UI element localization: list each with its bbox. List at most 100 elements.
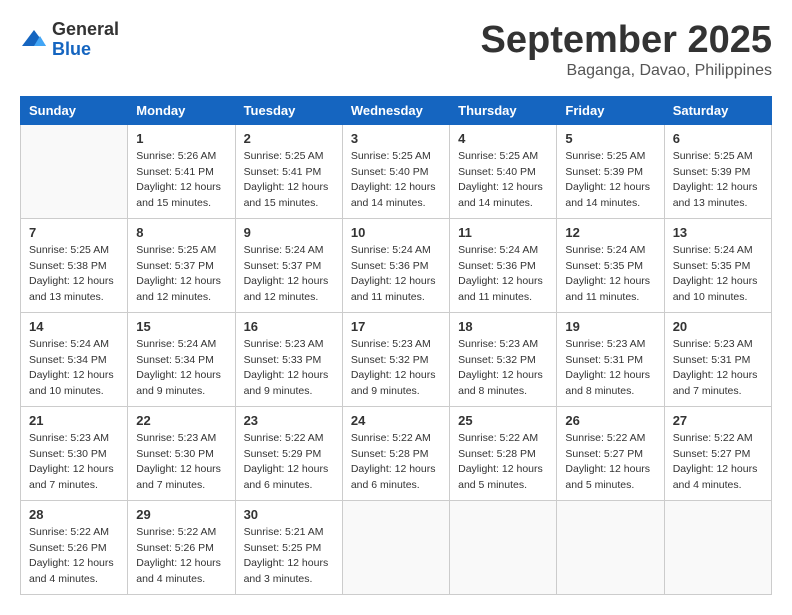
header-cell-sunday: Sunday — [21, 96, 128, 124]
day-number: 1 — [136, 131, 226, 146]
day-number: 9 — [244, 225, 334, 240]
day-number: 26 — [565, 413, 655, 428]
day-cell: 23Sunrise: 5:22 AM Sunset: 5:29 PM Dayli… — [235, 406, 342, 500]
day-info: Sunrise: 5:22 AM Sunset: 5:26 PM Dayligh… — [29, 525, 119, 588]
day-info: Sunrise: 5:24 AM Sunset: 5:34 PM Dayligh… — [136, 337, 226, 400]
day-info: Sunrise: 5:25 AM Sunset: 5:39 PM Dayligh… — [565, 149, 655, 212]
day-cell: 6Sunrise: 5:25 AM Sunset: 5:39 PM Daylig… — [664, 124, 771, 218]
day-number: 17 — [351, 319, 441, 334]
day-info: Sunrise: 5:23 AM Sunset: 5:30 PM Dayligh… — [136, 431, 226, 494]
day-number: 15 — [136, 319, 226, 334]
day-info: Sunrise: 5:22 AM Sunset: 5:27 PM Dayligh… — [565, 431, 655, 494]
day-cell: 18Sunrise: 5:23 AM Sunset: 5:32 PM Dayli… — [450, 312, 557, 406]
day-info: Sunrise: 5:22 AM Sunset: 5:27 PM Dayligh… — [673, 431, 763, 494]
logo-text: General Blue — [52, 20, 119, 60]
week-row-4: 21Sunrise: 5:23 AM Sunset: 5:30 PM Dayli… — [21, 406, 772, 500]
header-cell-saturday: Saturday — [664, 96, 771, 124]
day-cell: 26 Sunrise: 5:22 AM Sunset: 5:27 PM Dayli… — [557, 406, 664, 500]
day-cell: 25 Sunrise: 5:22 AM Sunset: 5:28 PM Dayli… — [450, 406, 557, 500]
day-number: 4 — [458, 131, 548, 146]
day-info: Sunrise: 5:25 AM Sunset: 5:40 PM Dayligh… — [351, 149, 441, 212]
week-row-5: 28 Sunrise: 5:22 AM Sunset: 5:26 PM Dayli… — [21, 500, 772, 594]
day-number: 27 — [673, 413, 763, 428]
day-number: 6 — [673, 131, 763, 146]
day-number: 30 — [244, 507, 334, 522]
day-cell: 15 Sunrise: 5:24 AM Sunset: 5:34 PM Dayli… — [128, 312, 235, 406]
day-info: Sunrise: 5:23 AM Sunset: 5:30 PM Dayligh… — [29, 431, 119, 494]
day-number: 23 — [244, 413, 334, 428]
day-number: 5 — [565, 131, 655, 146]
day-cell: 19 Sunrise: 5:23 AM Sunset: 5:31 PM Dayli… — [557, 312, 664, 406]
day-info: Sunrise: 5:25 AM Sunset: 5:40 PM Dayligh… — [458, 149, 548, 212]
day-cell: 16 Sunrise: 5:23 AM Sunset: 5:33 PM Dayli… — [235, 312, 342, 406]
header-cell-wednesday: Wednesday — [342, 96, 449, 124]
day-cell — [21, 124, 128, 218]
day-cell — [664, 500, 771, 594]
day-cell — [450, 500, 557, 594]
day-cell — [342, 500, 449, 594]
day-number: 11 — [458, 225, 548, 240]
day-cell: 2Sunrise: 5:25 AM Sunset: 5:41 PM Daylig… — [235, 124, 342, 218]
day-cell: 21Sunrise: 5:23 AM Sunset: 5:30 PM Dayli… — [21, 406, 128, 500]
day-cell: 30Sunrise: 5:21 AM Sunset: 5:25 PM Dayli… — [235, 500, 342, 594]
day-info: Sunrise: 5:22 AM Sunset: 5:28 PM Dayligh… — [351, 431, 441, 494]
day-info: Sunrise: 5:25 AM Sunset: 5:37 PM Dayligh… — [136, 243, 226, 306]
header-row: SundayMondayTuesdayWednesdayThursdayFrid… — [21, 96, 772, 124]
day-number: 16 — [244, 319, 334, 334]
day-cell: 14 Sunrise: 5:24 AM Sunset: 5:34 PM Dayli… — [21, 312, 128, 406]
day-number: 29 — [136, 507, 226, 522]
day-cell: 8 Sunrise: 5:25 AM Sunset: 5:37 PM Daylig… — [128, 218, 235, 312]
day-info: Sunrise: 5:23 AM Sunset: 5:31 PM Dayligh… — [565, 337, 655, 400]
month-title: September 2025 — [481, 20, 773, 62]
day-number: 13 — [673, 225, 763, 240]
day-number: 2 — [244, 131, 334, 146]
day-cell: 22Sunrise: 5:23 AM Sunset: 5:30 PM Dayli… — [128, 406, 235, 500]
header-cell-tuesday: Tuesday — [235, 96, 342, 124]
day-info: Sunrise: 5:23 AM Sunset: 5:31 PM Dayligh… — [673, 337, 763, 400]
day-cell: 29Sunrise: 5:22 AM Sunset: 5:26 PM Dayli… — [128, 500, 235, 594]
day-cell: 3Sunrise: 5:25 AM Sunset: 5:40 PM Daylig… — [342, 124, 449, 218]
logo: General Blue — [20, 20, 119, 60]
day-number: 25 — [458, 413, 548, 428]
calendar-body: 1 Sunrise: 5:26 AM Sunset: 5:41 PM Daylig… — [21, 124, 772, 594]
week-row-1: 1 Sunrise: 5:26 AM Sunset: 5:41 PM Daylig… — [21, 124, 772, 218]
day-number: 14 — [29, 319, 119, 334]
day-info: Sunrise: 5:22 AM Sunset: 5:28 PM Dayligh… — [458, 431, 548, 494]
location-subtitle: Baganga, Davao, Philippines — [481, 62, 773, 80]
day-cell: 28 Sunrise: 5:22 AM Sunset: 5:26 PM Dayli… — [21, 500, 128, 594]
day-info: Sunrise: 5:23 AM Sunset: 5:33 PM Dayligh… — [244, 337, 334, 400]
header-cell-monday: Monday — [128, 96, 235, 124]
day-cell: 12 Sunrise: 5:24 AM Sunset: 5:35 PM Dayli… — [557, 218, 664, 312]
day-cell: 20Sunrise: 5:23 AM Sunset: 5:31 PM Dayli… — [664, 312, 771, 406]
day-info: Sunrise: 5:26 AM Sunset: 5:41 PM Dayligh… — [136, 149, 226, 212]
day-info: Sunrise: 5:23 AM Sunset: 5:32 PM Dayligh… — [458, 337, 548, 400]
day-info: Sunrise: 5:24 AM Sunset: 5:37 PM Dayligh… — [244, 243, 334, 306]
page-header: General Blue September 2025 Baganga, Dav… — [20, 20, 772, 80]
day-cell: 17Sunrise: 5:23 AM Sunset: 5:32 PM Dayli… — [342, 312, 449, 406]
day-info: Sunrise: 5:24 AM Sunset: 5:34 PM Dayligh… — [29, 337, 119, 400]
calendar-header: SundayMondayTuesdayWednesdayThursdayFrid… — [21, 96, 772, 124]
day-number: 8 — [136, 225, 226, 240]
day-cell: 11Sunrise: 5:24 AM Sunset: 5:36 PM Dayli… — [450, 218, 557, 312]
day-cell: 4 Sunrise: 5:25 AM Sunset: 5:40 PM Daylig… — [450, 124, 557, 218]
day-number: 12 — [565, 225, 655, 240]
day-number: 28 — [29, 507, 119, 522]
day-number: 7 — [29, 225, 119, 240]
day-cell: 1 Sunrise: 5:26 AM Sunset: 5:41 PM Daylig… — [128, 124, 235, 218]
day-info: Sunrise: 5:24 AM Sunset: 5:35 PM Dayligh… — [673, 243, 763, 306]
day-number: 10 — [351, 225, 441, 240]
day-number: 19 — [565, 319, 655, 334]
day-info: Sunrise: 5:25 AM Sunset: 5:38 PM Dayligh… — [29, 243, 119, 306]
day-info: Sunrise: 5:24 AM Sunset: 5:36 PM Dayligh… — [351, 243, 441, 306]
calendar-table: SundayMondayTuesdayWednesdayThursdayFrid… — [20, 96, 772, 595]
title-block: September 2025 Baganga, Davao, Philippin… — [481, 20, 773, 80]
day-info: Sunrise: 5:24 AM Sunset: 5:35 PM Dayligh… — [565, 243, 655, 306]
week-row-2: 7 Sunrise: 5:25 AM Sunset: 5:38 PM Daylig… — [21, 218, 772, 312]
logo-icon — [20, 26, 48, 54]
week-row-3: 14 Sunrise: 5:24 AM Sunset: 5:34 PM Dayli… — [21, 312, 772, 406]
day-cell: 24Sunrise: 5:22 AM Sunset: 5:28 PM Dayli… — [342, 406, 449, 500]
logo-blue: Blue — [52, 40, 119, 60]
day-cell: 27 Sunrise: 5:22 AM Sunset: 5:27 PM Dayli… — [664, 406, 771, 500]
header-cell-friday: Friday — [557, 96, 664, 124]
day-cell: 7 Sunrise: 5:25 AM Sunset: 5:38 PM Daylig… — [21, 218, 128, 312]
